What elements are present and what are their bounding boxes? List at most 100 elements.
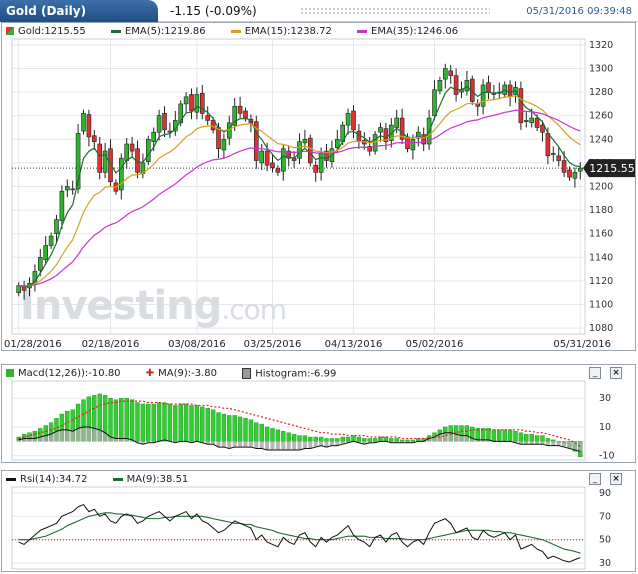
macd-bar <box>372 438 378 442</box>
histogram-bar <box>259 441 264 449</box>
candle-body <box>351 110 356 131</box>
candle-body <box>146 139 151 163</box>
candle-body <box>119 157 124 191</box>
candle-body <box>183 96 189 105</box>
candle-body <box>86 114 92 138</box>
y-tick-label: 1120 <box>589 276 613 287</box>
macd-bar <box>194 405 200 442</box>
candle-body <box>48 235 54 246</box>
macd-bar <box>399 439 405 442</box>
y-tick-label: 10 <box>599 422 611 433</box>
candle-body <box>464 79 470 92</box>
x-tick-label: 03/25/2016 <box>244 339 302 350</box>
macd-bar <box>318 436 324 442</box>
histogram-bar <box>221 441 226 448</box>
candle-body <box>97 143 102 173</box>
histogram-bar <box>59 429 64 442</box>
macd-bar <box>151 403 156 442</box>
y-tick-label: 1240 <box>589 134 613 145</box>
y-tick-label: 70 <box>599 511 611 522</box>
macd-bar <box>297 435 302 442</box>
macd-bar <box>540 435 545 442</box>
rsi-chart[interactable]: 90 70 50 30 <box>2 471 637 573</box>
candle-body <box>297 141 302 159</box>
macd-bar <box>167 403 173 442</box>
histogram-bar <box>302 441 307 449</box>
macd-bar <box>259 423 264 442</box>
histogram-bar <box>567 441 572 449</box>
y-tick-label: 1080 <box>589 323 613 334</box>
candle-body <box>442 68 448 80</box>
macd-bar <box>345 436 351 442</box>
macd-bar <box>275 429 281 442</box>
macd-bar <box>162 402 167 442</box>
macd-bar <box>281 431 286 442</box>
macd-bar <box>367 438 372 442</box>
candle-body <box>556 155 562 161</box>
histogram-bar <box>275 441 280 450</box>
macd-bar <box>140 403 146 442</box>
candle-body <box>567 169 572 178</box>
candle-body <box>523 120 529 122</box>
candle-body <box>561 160 567 173</box>
histogram-bar <box>308 441 313 449</box>
price-chart[interactable]: 1080110011201140116011801200122012401260… <box>2 23 637 352</box>
macd-bar <box>232 415 237 442</box>
macd-bar <box>270 428 275 442</box>
candle-body <box>189 94 194 112</box>
macd-bar <box>502 429 507 442</box>
macd-bar <box>513 431 518 442</box>
candle-body <box>37 257 43 271</box>
macd-bar <box>507 429 513 442</box>
macd-bar <box>248 419 254 442</box>
y-tick-label: 90 <box>599 488 611 499</box>
candle-body <box>129 143 135 152</box>
candle-body <box>59 190 65 222</box>
macd-bar <box>529 433 534 442</box>
histogram-bar <box>319 441 324 446</box>
x-tick-label: 03/08/2016 <box>168 339 226 350</box>
price-panel[interactable]: Gold:1215.55 EMA(5):1219.86 EMA(15):1238… <box>1 22 636 351</box>
histogram-bar <box>248 441 253 448</box>
candle-body <box>151 131 156 142</box>
rsi-panel[interactable]: Rsi(14):34.72 MA(9):38.51 _ × 90 70 50 30 <box>1 470 636 572</box>
macd-bar <box>302 435 308 442</box>
macd-bar <box>394 438 399 442</box>
macd-bar <box>243 418 248 442</box>
candle-body <box>243 110 248 119</box>
macd-bar <box>189 405 194 442</box>
macd-bar <box>129 399 135 442</box>
candle-body <box>81 113 86 132</box>
candle-body <box>162 113 167 131</box>
histogram-bar <box>297 441 302 450</box>
macd-panel[interactable]: Macd(12,26)):-10.80 ✚ MA(9):-3.80 Histogr… <box>1 364 636 463</box>
histogram-bar <box>243 441 248 448</box>
y-tick-label: 30 <box>599 558 611 569</box>
macd-bar <box>405 439 410 442</box>
macd-bar <box>329 438 335 442</box>
macd-bar <box>356 436 362 442</box>
candle-body <box>453 75 459 95</box>
chart-title: Gold (Daily) <box>6 4 87 18</box>
candle-body <box>437 79 443 92</box>
histogram-bar <box>454 434 459 442</box>
candle-body <box>507 84 513 98</box>
macd-bar <box>264 426 270 442</box>
candle-body <box>577 167 583 172</box>
candle-body <box>534 117 540 128</box>
macd-chart[interactable]: 30 10 -10 <box>2 365 637 464</box>
macd-bar <box>146 403 151 442</box>
x-tick-label: 05/31/2016 <box>553 339 611 350</box>
candle-body <box>124 143 129 161</box>
candle-body <box>432 89 437 116</box>
macd-bar <box>200 406 205 442</box>
macd-bar <box>291 433 297 442</box>
macd-bar <box>173 405 178 442</box>
macd-bar <box>178 403 183 442</box>
histogram-bar <box>16 439 21 442</box>
histogram-bar <box>329 441 334 446</box>
candle-body <box>70 188 75 191</box>
candle-body <box>378 127 383 133</box>
macd-bar <box>308 436 313 442</box>
y-tick-label: 1260 <box>589 111 613 122</box>
